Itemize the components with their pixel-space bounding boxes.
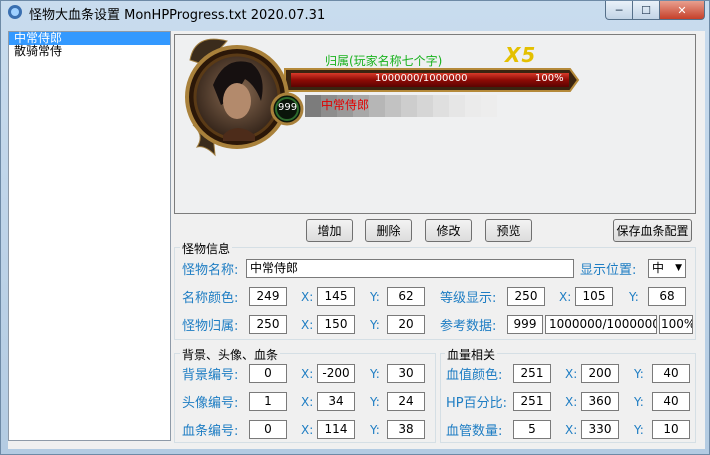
level-display-label: 等级显示: <box>440 291 497 306</box>
hp-percent-text: 100% <box>535 73 564 84</box>
x-label: X: <box>301 318 314 332</box>
hp-color-label: 血值颜色: <box>446 368 503 383</box>
bar-x-input[interactable]: 114 <box>317 420 355 439</box>
ref-hp-input[interactable]: 1000000/1000000 <box>545 315 657 334</box>
hp-color-input[interactable]: 251 <box>513 364 551 383</box>
hp-percent-x-input[interactable]: 360 <box>581 392 619 411</box>
monster-listbox[interactable]: 中常侍郎 散骑常侍 <box>8 31 171 441</box>
owner-label: 怪物归属: <box>182 319 239 334</box>
avatar-y-input[interactable]: 24 <box>387 392 425 411</box>
minimize-button[interactable]: ─ <box>605 1 633 20</box>
preview-button[interactable]: 预览 <box>485 219 532 242</box>
bg-id-label: 背景编号: <box>182 368 239 383</box>
hp-color-x-input[interactable]: 200 <box>581 364 619 383</box>
y-label: Y: <box>634 423 644 437</box>
display-pos-value: 中 <box>652 261 665 275</box>
hp-color-y-input[interactable]: 40 <box>652 364 690 383</box>
level-number: 999 <box>278 102 298 113</box>
y-label: Y: <box>370 423 380 437</box>
bar-y-input[interactable]: 38 <box>387 420 425 439</box>
add-button[interactable]: 增加 <box>306 219 353 242</box>
ref-level-input[interactable]: 999 <box>507 315 543 334</box>
x-label: X: <box>565 395 578 409</box>
y-label: Y: <box>370 290 380 304</box>
y-label: Y: <box>370 367 380 381</box>
level-display-input[interactable]: 250 <box>507 287 545 306</box>
monster-name-input[interactable]: 中常侍郎 <box>246 259 574 278</box>
y-label: Y: <box>634 367 644 381</box>
x-label: X: <box>301 423 314 437</box>
monster-name-label: 怪物名称: <box>182 263 239 278</box>
reference-data-label: 参考数据: <box>440 319 497 334</box>
display-pos-label: 显示位置: <box>580 263 637 278</box>
app-icon <box>8 5 22 19</box>
x-label: X: <box>301 367 314 381</box>
ref-percent-input[interactable]: 100% <box>659 315 693 334</box>
display-pos-select[interactable]: 中 ▼ <box>648 259 686 278</box>
main-window: 怪物大血条设置 MonHPProgress.txt 2020.07.31 ─ ☐… <box>0 0 710 455</box>
x-label: X: <box>301 290 314 304</box>
x-label: X: <box>301 395 314 409</box>
avatar-x-input[interactable]: 34 <box>317 392 355 411</box>
y-label: Y: <box>629 290 639 304</box>
bg-id-input[interactable]: 0 <box>249 364 287 383</box>
monster-name-preview: 中常侍郎 <box>321 98 370 112</box>
y-label: Y: <box>370 395 380 409</box>
tube-y-input[interactable]: 10 <box>652 420 690 439</box>
delete-button[interactable]: 删除 <box>365 219 412 242</box>
owner-x-input[interactable]: 150 <box>317 315 355 334</box>
hp-percent-label: HP百分比: <box>446 396 507 411</box>
owner-y-input[interactable]: 20 <box>387 315 425 334</box>
tube-x-input[interactable]: 330 <box>581 420 619 439</box>
name-y-input[interactable]: 62 <box>387 287 425 306</box>
window-title: 怪物大血条设置 MonHPProgress.txt 2020.07.31 <box>29 8 326 23</box>
maximize-button[interactable]: ☐ <box>632 1 660 20</box>
bar-id-label: 血条编号: <box>182 424 239 439</box>
affiliation-text: 归属(玩家名称七个字) <box>325 54 443 68</box>
hp-bar-text: 1000000/1000000 <box>375 73 468 84</box>
hp-percent-input[interactable]: 251 <box>513 392 551 411</box>
avatar-id-label: 头像编号: <box>182 396 239 411</box>
multiplier-badge: X5 <box>505 43 537 67</box>
name-color-input[interactable]: 249 <box>249 287 287 306</box>
client-area: 中常侍郎 散骑常侍 X5 归属(玩家名称七个字) 1000000/1000000… <box>8 31 705 449</box>
bg-x-input[interactable]: -200 <box>317 364 355 383</box>
name-color-label: 名称颜色: <box>182 291 239 306</box>
tube-count-label: 血管数量: <box>446 424 503 439</box>
x-label: X: <box>565 423 578 437</box>
x-label: X: <box>559 290 572 304</box>
group-title: 怪物信息 <box>180 240 233 257</box>
hp-percent-y-input[interactable]: 40 <box>652 392 690 411</box>
owner-input[interactable]: 250 <box>249 315 287 334</box>
y-label: Y: <box>634 395 644 409</box>
bar-id-input[interactable]: 0 <box>249 420 287 439</box>
group-title: 血量相关 <box>445 346 498 363</box>
close-button[interactable]: ✕ <box>659 1 705 20</box>
avatar-id-input[interactable]: 1 <box>249 392 287 411</box>
group-title: 背景、头像、血条 <box>180 346 281 363</box>
y-label: Y: <box>370 318 380 332</box>
name-x-input[interactable]: 145 <box>317 287 355 306</box>
tube-count-input[interactable]: 5 <box>513 420 551 439</box>
list-item[interactable]: 散骑常侍 <box>9 45 170 58</box>
level-y-input[interactable]: 68 <box>648 287 686 306</box>
level-x-input[interactable]: 105 <box>575 287 613 306</box>
save-config-button[interactable]: 保存血条配置 <box>613 219 692 242</box>
title-bar[interactable]: 怪物大血条设置 MonHPProgress.txt 2020.07.31 ─ ☐… <box>1 1 709 23</box>
modify-button[interactable]: 修改 <box>425 219 472 242</box>
x-label: X: <box>565 367 578 381</box>
chevron-down-icon: ▼ <box>675 263 682 273</box>
preview-panel: X5 归属(玩家名称七个字) 1000000/1000000 100% 999 … <box>174 34 696 214</box>
bg-y-input[interactable]: 30 <box>387 364 425 383</box>
